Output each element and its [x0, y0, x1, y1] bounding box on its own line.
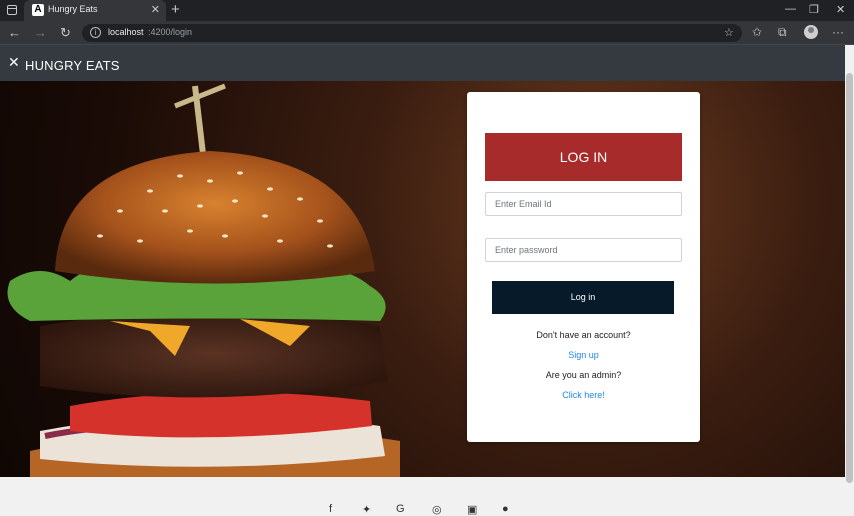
tab-title: Hungry Eats: [48, 4, 98, 14]
twitter-icon[interactable]: ✦: [362, 503, 371, 516]
github-icon[interactable]: ●: [502, 503, 509, 515]
login-title: LOG IN: [485, 133, 682, 181]
url-path: :4200/login: [148, 27, 193, 37]
url-input[interactable]: i localhost :4200/login ☆: [82, 24, 742, 42]
linkedin-icon[interactable]: ▣: [467, 503, 477, 516]
tab-actions-icon[interactable]: [7, 5, 17, 15]
tab-close-icon[interactable]: ✕: [151, 3, 160, 16]
minimize-icon[interactable]: —: [785, 3, 796, 15]
burger-image: [7, 83, 400, 477]
fork-knife-icon: ✕: [8, 54, 20, 70]
site-info-icon[interactable]: i: [90, 27, 101, 38]
favorites-icon[interactable]: ✩: [752, 25, 762, 39]
back-icon[interactable]: ←: [8, 25, 21, 40]
login-button[interactable]: Log in: [492, 281, 674, 314]
facebook-icon[interactable]: f: [329, 503, 332, 515]
scroll-thumb[interactable]: [846, 73, 853, 483]
profile-avatar[interactable]: [804, 25, 818, 39]
instagram-icon[interactable]: ◎: [432, 503, 442, 516]
browser-tab[interactable]: A Hungry Eats ✕: [24, 0, 166, 21]
hero-section: [0, 81, 845, 477]
signup-link[interactable]: Sign up: [467, 350, 700, 360]
forward-icon[interactable]: →: [34, 25, 47, 40]
collections-icon[interactable]: ⧉: [778, 25, 787, 40]
no-account-text: Don't have an account?: [536, 330, 631, 340]
email-field[interactable]: [485, 192, 682, 216]
admin-login-link[interactable]: Click here!: [467, 390, 700, 400]
more-menu-icon[interactable]: ···: [832, 25, 844, 39]
restore-icon[interactable]: ❐: [809, 3, 819, 16]
close-window-icon[interactable]: ✕: [836, 3, 845, 16]
reload-icon[interactable]: ↻: [60, 25, 71, 41]
google-icon[interactable]: G: [396, 503, 405, 515]
password-field[interactable]: [485, 238, 682, 262]
login-card: LOG IN Log in Don't have an account? Sig…: [467, 92, 700, 442]
tab-favicon-icon: A: [32, 4, 44, 16]
add-favorite-icon[interactable]: ☆: [724, 26, 734, 39]
new-tab-button[interactable]: +: [171, 1, 180, 18]
url-host: localhost: [108, 27, 144, 37]
page-scrollbar[interactable]: [845, 45, 854, 514]
address-bar-row: ← → ↻ i localhost :4200/login ☆ ✩ ⧉ ···: [0, 21, 854, 45]
admin-question-text: Are you an admin?: [545, 370, 622, 380]
brand-title[interactable]: HUNGRY EATS: [25, 58, 120, 73]
browser-tab-bar: A Hungry Eats ✕ + — ❐ ✕: [0, 0, 854, 21]
app-navbar: ✕ HUNGRY EATS: [0, 45, 845, 81]
